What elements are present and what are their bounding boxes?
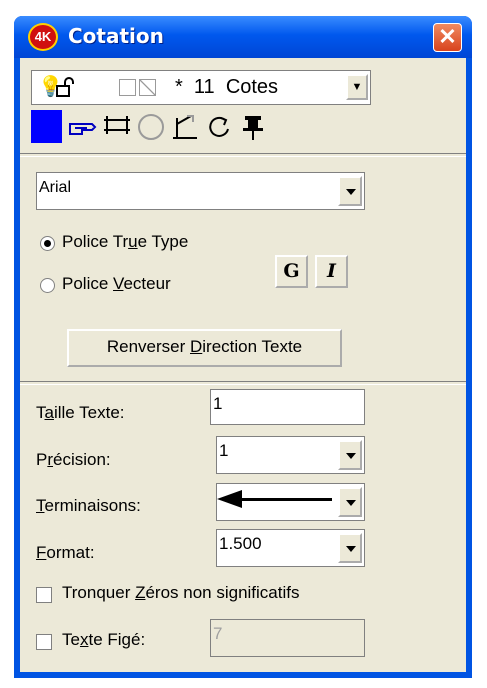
fixed-text-checkbox[interactable] [36, 634, 52, 650]
italic-button[interactable]: I [315, 255, 348, 288]
unlocked-padlock-icon[interactable] [56, 77, 74, 97]
close-icon: ✕ [438, 24, 457, 49]
terminations-select[interactable] [216, 483, 365, 521]
color-swatch[interactable] [31, 110, 62, 143]
dimension-selector[interactable]: 💡 * 11 Cotes ▼ [31, 70, 371, 105]
chevron-down-icon[interactable] [338, 176, 362, 206]
app-logo-icon: 4K [28, 23, 58, 51]
precision-label: Précision: [36, 450, 111, 469]
precision-select[interactable]: 1 [216, 436, 365, 474]
separator [20, 381, 466, 385]
radio-true-type-label[interactable]: Police True Type [62, 232, 188, 252]
pushpin-icon[interactable] [237, 110, 269, 143]
terminations-label: Terminaisons: [36, 496, 141, 515]
circle-icon[interactable] [135, 110, 167, 143]
truncate-zeros-label[interactable]: Tronquer Zéros non significatifs [62, 583, 300, 603]
fixed-text-label[interactable]: Texte Figé: [62, 630, 145, 650]
fixed-text-input: 7 [210, 619, 365, 657]
dimension-line-icon[interactable] [101, 110, 133, 143]
format-label: Format: [36, 543, 95, 562]
reverse-text-direction-button[interactable]: Renverser Direction Texte [67, 329, 342, 367]
text-size-input[interactable]: 1 [210, 389, 365, 425]
angle-dimension-icon[interactable] [169, 110, 201, 143]
cotation-window: 4K Cotation ✕ 💡 * 11 Cotes ▼ Arial Polic… [14, 16, 472, 678]
empty-square-icon[interactable] [119, 79, 136, 96]
radio-vector-label[interactable]: Police Vecteur [62, 274, 171, 294]
chevron-down-icon[interactable] [338, 440, 362, 470]
rotate-icon[interactable] [203, 110, 235, 143]
crossed-square-icon[interactable] [139, 79, 156, 96]
separator [20, 153, 466, 157]
chevron-down-icon[interactable]: ▼ [346, 74, 368, 100]
format-select[interactable]: 1.500 [216, 529, 365, 567]
chevron-down-icon[interactable] [338, 533, 362, 563]
font-select-value: Arial [39, 179, 72, 196]
font-select[interactable]: Arial [36, 172, 365, 210]
radio-true-type[interactable] [40, 236, 55, 251]
close-button[interactable]: ✕ [433, 23, 462, 52]
bold-button[interactable]: G [275, 255, 308, 288]
dimension-count: * 11 Cotes [175, 76, 279, 98]
chevron-down-icon[interactable] [338, 487, 362, 517]
title-bar[interactable]: 4K Cotation ✕ [14, 16, 472, 58]
radio-vector[interactable] [40, 278, 55, 293]
dialog-client-area: 💡 * 11 Cotes ▼ Arial Police True Type Po… [20, 58, 466, 672]
truncate-zeros-checkbox[interactable] [36, 587, 52, 603]
window-title: Cotation [68, 24, 164, 48]
pointing-hand-icon[interactable] [67, 110, 99, 143]
text-size-label: Taille Texte: [36, 403, 125, 422]
